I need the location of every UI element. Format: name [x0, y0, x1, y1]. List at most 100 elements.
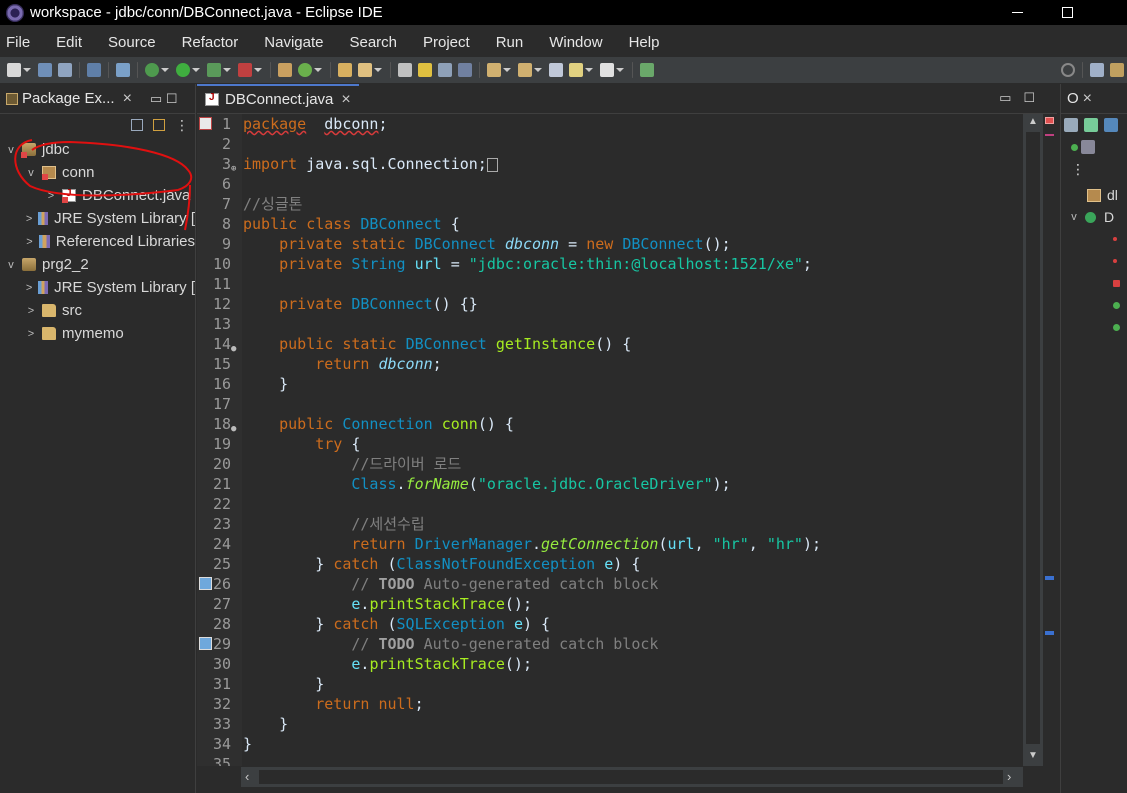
menu-run[interactable]: Run [496, 34, 524, 51]
tree-item[interactable]: v conn [0, 161, 195, 184]
chevron-down-icon[interactable]: v [24, 167, 38, 179]
error-annotation-icon[interactable] [1045, 134, 1054, 136]
chevron-down-icon[interactable]: v [4, 144, 18, 156]
tree-item[interactable]: > Referenced Libraries [0, 230, 195, 253]
chevron-right-icon[interactable]: > [44, 190, 58, 202]
package-explorer-tab[interactable]: Package Ex... × ▭ ☐ [0, 84, 195, 114]
outline-tab[interactable]: O × [1061, 84, 1127, 114]
tree-item[interactable]: > JRE System Library [ [0, 207, 195, 230]
outline-item-package[interactable]: dl [1061, 184, 1127, 206]
chevron-right-icon[interactable]: > [24, 305, 38, 317]
view-menu-icon[interactable]: ⋮ [1071, 161, 1085, 178]
tree-item[interactable]: v jdbc [0, 138, 195, 161]
pin-editor-icon[interactable] [640, 63, 654, 77]
code-line[interactable]: 26 // TODO Auto-generated catch block [197, 574, 1027, 594]
terminal-icon[interactable] [87, 63, 101, 77]
code-line[interactable]: 24 return DriverManager.getConnection(ur… [197, 534, 1027, 554]
new-java-project-icon[interactable] [278, 63, 292, 77]
toggle-mark-icon[interactable] [418, 63, 432, 77]
save-icon[interactable] [38, 63, 52, 77]
block-selection-icon[interactable] [438, 63, 452, 77]
code-line[interactable]: 21 Class.forName("oracle.jdbc.OracleDriv… [197, 474, 1027, 494]
menu-file[interactable]: File [6, 34, 30, 51]
hide-nonpublic-icon[interactable] [1071, 143, 1078, 151]
menu-window[interactable]: Window [549, 34, 602, 51]
menu-help[interactable]: Help [629, 34, 660, 51]
code-line[interactable]: 13 [197, 314, 1027, 334]
code-line[interactable]: 18 ● public Connection conn() { [197, 414, 1027, 434]
menu-navigate[interactable]: Navigate [264, 34, 323, 51]
code-line[interactable]: 30 e.printStackTrace(); [197, 654, 1027, 674]
task-annotation-icon[interactable] [1045, 631, 1054, 635]
code-line[interactable]: 32 return null; [197, 694, 1027, 714]
search-icon[interactable] [1061, 63, 1075, 77]
code-line[interactable]: 1 package dbconn; [197, 114, 1027, 134]
previous-annotation-icon[interactable] [518, 63, 532, 77]
search-dropdown-icon[interactable] [374, 68, 382, 72]
outline-member[interactable] [1061, 250, 1127, 272]
open-type-icon[interactable] [338, 63, 352, 77]
skip-breakpoints-icon[interactable] [116, 63, 130, 77]
overview-ruler[interactable] [1043, 114, 1055, 766]
horizontal-scrollbar[interactable]: ‹ › [241, 767, 1023, 787]
link-with-editor-icon[interactable] [153, 119, 165, 131]
code-line[interactable]: 2 [197, 134, 1027, 154]
open-perspective-icon[interactable] [1090, 63, 1104, 77]
code-line[interactable]: 22 [197, 494, 1027, 514]
chevron-right-icon[interactable]: > [24, 236, 35, 248]
editor-tab-dbconnect[interactable]: DBConnect.java × [197, 84, 359, 113]
coverage-icon[interactable] [207, 63, 221, 77]
run-icon[interactable] [176, 63, 190, 77]
minimize-view-icon[interactable]: ▭ ☐ [150, 91, 178, 107]
open-task-icon[interactable] [358, 63, 372, 77]
tree-item[interactable]: > JRE System Library [ [0, 276, 195, 299]
editor-minmax-icon[interactable]: ▭☐ [999, 90, 1047, 106]
outline-member[interactable] [1061, 294, 1127, 316]
chevron-down-icon[interactable]: v [1067, 211, 1081, 223]
scroll-left-icon[interactable]: ‹ [245, 769, 249, 784]
code-line[interactable]: 27 e.printStackTrace(); [197, 594, 1027, 614]
hide-local-types-icon[interactable] [1081, 140, 1095, 154]
scroll-down-icon[interactable]: ▼ [1028, 750, 1038, 761]
toggle-occurrences-icon[interactable] [398, 63, 412, 77]
debug-icon[interactable] [145, 63, 159, 77]
tree-item[interactable]: v prg2_2 [0, 253, 195, 276]
sort-icon[interactable] [1064, 118, 1078, 132]
code-line[interactable]: 7 //싱글톤 [197, 194, 1027, 214]
code-line[interactable]: 3 ⊕ import java.sql.Connection; [197, 154, 1027, 174]
menu-project[interactable]: Project [423, 34, 470, 51]
scroll-up-icon[interactable]: ▲ [1028, 116, 1038, 127]
collapsed-region-icon[interactable] [486, 157, 498, 172]
external-tools-icon[interactable] [238, 63, 252, 77]
outline-member[interactable] [1061, 228, 1127, 250]
external-tools-dropdown-icon[interactable] [254, 68, 262, 72]
run-dropdown-icon[interactable] [192, 68, 200, 72]
code-line[interactable]: 6 [197, 174, 1027, 194]
code-line[interactable]: 29 // TODO Auto-generated catch block [197, 634, 1027, 654]
outline-member[interactable] [1061, 316, 1127, 338]
code-line[interactable]: 16 } [197, 374, 1027, 394]
code-line[interactable]: 34} [197, 734, 1027, 754]
chevron-right-icon[interactable]: > [24, 328, 38, 340]
code-line[interactable]: 31 } [197, 674, 1027, 694]
previous-annotation-dropdown-icon[interactable] [534, 68, 542, 72]
task-annotation-icon[interactable] [1045, 576, 1054, 580]
error-marker-icon[interactable] [1045, 117, 1054, 124]
chevron-right-icon[interactable]: > [24, 213, 34, 225]
chevron-down-icon[interactable]: v [4, 259, 18, 271]
code-line[interactable]: 9 private static DBConnect dbconn = new … [197, 234, 1027, 254]
outline-item-class[interactable]: v D [1061, 206, 1127, 228]
tree-item[interactable]: > src [0, 299, 195, 322]
collapse-all-icon[interactable] [131, 119, 143, 131]
close-icon[interactable]: × [341, 91, 350, 109]
code-line[interactable]: 33 } [197, 714, 1027, 734]
close-icon[interactable]: × [123, 90, 132, 108]
code-line[interactable]: 25 } catch (ClassNotFoundException e) { [197, 554, 1027, 574]
code-line[interactable]: 11 [197, 274, 1027, 294]
debug-dropdown-icon[interactable] [161, 68, 169, 72]
outline-member[interactable] [1061, 272, 1127, 294]
vertical-scrollbar[interactable]: ▲ ▼ [1023, 114, 1043, 766]
show-whitespace-icon[interactable] [458, 63, 472, 77]
save-all-icon[interactable] [58, 63, 72, 77]
maximize-button[interactable] [1044, 0, 1090, 25]
